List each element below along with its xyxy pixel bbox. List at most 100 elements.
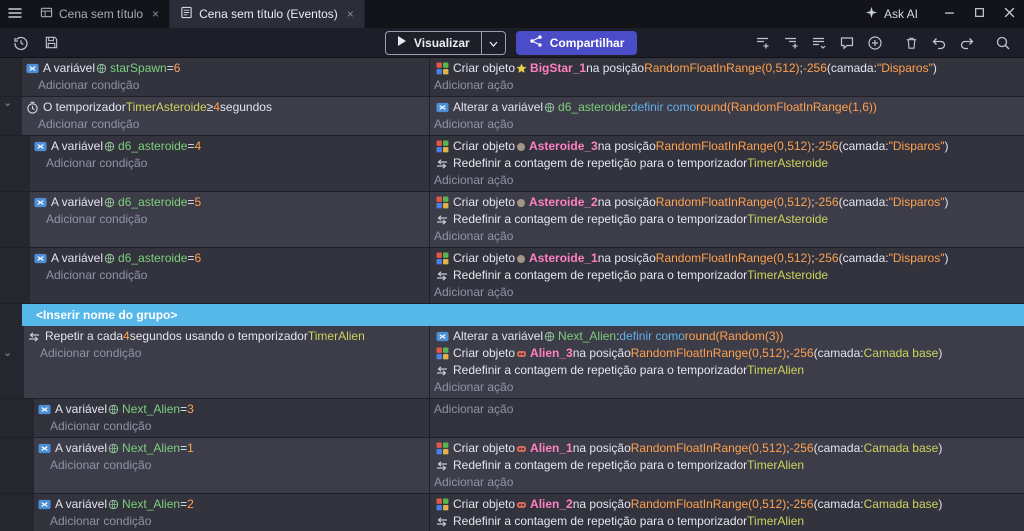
add-action-button[interactable]: Adicionar ação xyxy=(434,228,1020,245)
share-button[interactable]: Compartilhar xyxy=(515,30,638,55)
comment-icon[interactable] xyxy=(834,31,860,55)
preview-dropdown[interactable] xyxy=(480,31,505,54)
indent-gutter xyxy=(0,399,34,437)
action[interactable]: Redefinir a contagem de repetição para o… xyxy=(434,267,1020,284)
add-condition-button[interactable]: Adicionar condição xyxy=(50,457,425,474)
redo-icon[interactable] xyxy=(954,31,980,55)
add-action-button[interactable]: Adicionar ação xyxy=(434,474,1020,491)
condition[interactable]: A variável d6_asteroide = 4 xyxy=(32,138,425,155)
add-action-button[interactable]: Adicionar ação xyxy=(434,77,1020,94)
scenevar-icon xyxy=(96,63,107,74)
scenevar-icon xyxy=(544,102,555,113)
close-tab-icon[interactable]: × xyxy=(152,8,159,20)
create-object-icon xyxy=(434,252,450,265)
add-condition-button[interactable]: Adicionar condição xyxy=(46,211,425,228)
close-window-button[interactable] xyxy=(994,0,1024,28)
ask-ai-button[interactable]: Ask AI xyxy=(865,6,918,22)
add-condition-button[interactable]: Adicionar condição xyxy=(38,116,425,133)
text-segment: d6_asteroide xyxy=(118,251,188,265)
condition[interactable]: O temporizador TimerAsteroide ≥ 4 segund… xyxy=(24,99,425,116)
chevron-down-icon xyxy=(489,36,498,50)
create-object-icon xyxy=(434,442,450,455)
action[interactable]: Redefinir a contagem de repetição para o… xyxy=(434,362,1020,379)
choose-event-icon[interactable] xyxy=(806,31,832,55)
share-label: Compartilhar xyxy=(549,35,625,50)
add-action-button[interactable]: Adicionar ação xyxy=(434,116,1020,133)
add-subevent-icon[interactable] xyxy=(778,31,804,55)
add-condition-button[interactable]: Adicionar condição xyxy=(46,267,425,284)
text-segment: = xyxy=(166,61,174,75)
text-segment: Criar objeto xyxy=(453,497,516,511)
condition[interactable]: A variável Next_Alien = 1 xyxy=(36,440,425,457)
text-segment: Redefinir a contagem de repetição para o… xyxy=(453,268,748,282)
tab-scene-events[interactable]: Cena sem título (Eventos) × xyxy=(170,0,365,28)
obj-alien-icon xyxy=(516,349,527,359)
add-action-button[interactable]: Adicionar ação xyxy=(434,379,1020,396)
add-condition-button[interactable]: Adicionar condição xyxy=(46,155,425,172)
action[interactable]: Criar objeto Asteroide_1 na posição Rand… xyxy=(434,250,1020,267)
action[interactable]: Criar objeto Asteroide_2 na posição Rand… xyxy=(434,194,1020,211)
action[interactable]: Redefinir a contagem de repetição para o… xyxy=(434,513,1020,530)
add-event-icon[interactable] xyxy=(750,31,776,55)
text-segment: "Disparos" xyxy=(888,139,945,153)
conditions-column: A variável Next_Alien = 1 Adicionar condi… xyxy=(34,438,430,493)
text-segment: 3 xyxy=(187,402,194,416)
text-segment: 2 xyxy=(187,497,194,511)
add-circle-icon[interactable] xyxy=(862,31,888,55)
text-segment: d6_asteroide xyxy=(558,100,628,114)
text-segment: 6 xyxy=(194,251,202,265)
variable-icon xyxy=(36,498,52,511)
save-icon[interactable] xyxy=(38,31,64,55)
text-segment: ≥ xyxy=(206,100,214,114)
action[interactable]: Redefinir a contagem de repetição para o… xyxy=(434,211,1020,228)
action[interactable]: Criar objeto Alien_1 na posição RandomFl… xyxy=(434,440,1020,457)
fold-chevron-icon[interactable]: ⌄ xyxy=(3,348,12,359)
preview-button[interactable]: Visualizar xyxy=(384,30,506,55)
action[interactable]: Criar objeto BigStar_1 na posição Random… xyxy=(434,60,1020,77)
action[interactable]: Criar objeto Alien_3 na posição RandomFl… xyxy=(434,345,1020,362)
text-segment: RandomFloatInRange(0,512) xyxy=(655,195,812,209)
add-action-button[interactable]: Adicionar ação xyxy=(434,284,1020,301)
action[interactable]: Redefinir a contagem de repetição para o… xyxy=(434,457,1020,474)
event-group-header[interactable]: <Inserir nome do grupo> xyxy=(22,304,1024,326)
preview-main[interactable]: Visualizar xyxy=(386,32,481,54)
variable-icon xyxy=(24,62,40,75)
action[interactable]: Alterar a variável d6_asteroide: definir… xyxy=(434,99,1020,116)
condition[interactable]: Repetir a cada 4 segundos usando o tempo… xyxy=(26,328,425,345)
condition[interactable]: A variável d6_asteroide = 5 xyxy=(32,194,425,211)
tab-scene[interactable]: Cena sem título × xyxy=(30,0,171,28)
action[interactable]: Criar objeto Asteroide_3 na posição Rand… xyxy=(434,138,1020,155)
add-condition-button[interactable]: Adicionar condição xyxy=(40,345,425,362)
maximize-button[interactable] xyxy=(964,0,994,28)
condition[interactable]: A variável d6_asteroide = 6 xyxy=(32,250,425,267)
condition[interactable]: A variável Next_Alien = 2 xyxy=(36,496,425,513)
add-condition-button[interactable]: Adicionar condição xyxy=(50,418,425,435)
search-icon[interactable] xyxy=(990,31,1016,55)
text-segment: Camada base xyxy=(863,497,939,511)
scenevar-icon xyxy=(108,443,119,454)
text-segment: "Disparos" xyxy=(876,61,933,75)
ask-ai-label: Ask AI xyxy=(883,7,918,21)
action[interactable]: Redefinir a contagem de repetição para o… xyxy=(434,155,1020,172)
add-condition-button[interactable]: Adicionar condição xyxy=(38,77,425,94)
condition[interactable]: A variável Next_Alien = 3 xyxy=(36,401,425,418)
actions-column: Criar objeto Asteroide_1 na posição Rand… xyxy=(430,248,1024,303)
text-segment: ) xyxy=(932,61,937,75)
menu-icon[interactable] xyxy=(0,0,30,28)
text-segment: (camada: xyxy=(838,195,889,209)
minimize-button[interactable] xyxy=(934,0,964,28)
variable-icon xyxy=(36,403,52,416)
add-action-button[interactable]: Adicionar ação xyxy=(434,401,1020,418)
add-condition-button[interactable]: Adicionar condição xyxy=(50,513,425,530)
add-action-button[interactable]: Adicionar ação xyxy=(434,172,1020,189)
action[interactable]: Criar objeto Alien_2 na posição RandomFl… xyxy=(434,496,1020,513)
action[interactable]: Alterar a variável Next_Alien: definir c… xyxy=(434,328,1020,345)
condition[interactable]: A variável starSpawn = 6 xyxy=(24,60,425,77)
history-icon[interactable] xyxy=(8,31,34,55)
undo-icon[interactable] xyxy=(926,31,952,55)
text-segment: RandomFloatInRange(0,512) xyxy=(655,139,812,153)
fold-chevron-icon[interactable]: ⌄ xyxy=(3,98,12,109)
trash-icon[interactable] xyxy=(898,31,924,55)
text-segment: Next_Alien xyxy=(558,329,617,343)
close-tab-icon[interactable]: × xyxy=(347,8,354,20)
